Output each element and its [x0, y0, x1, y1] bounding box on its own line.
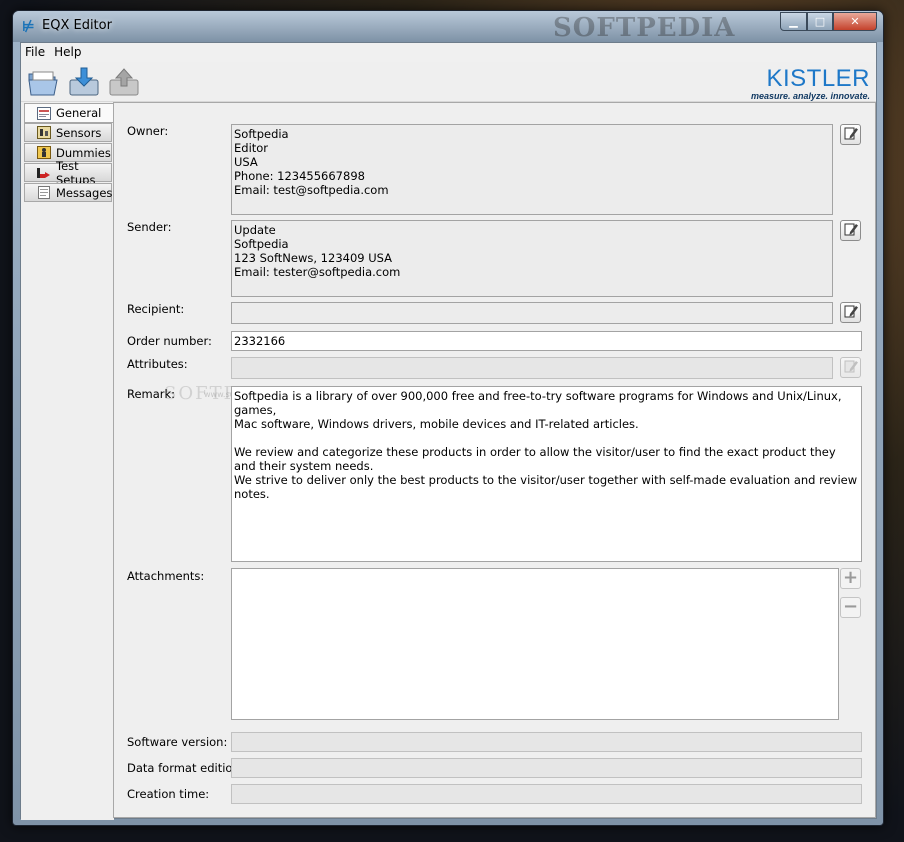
- menu-bar: File Help: [21, 43, 876, 62]
- sender-field[interactable]: Update Softpedia 123 SoftNews, 123409 US…: [231, 220, 833, 297]
- open-folder-icon[interactable]: [27, 66, 61, 98]
- sidebar-tabs: General Sensors Dummies Test Setups Mess…: [21, 103, 115, 820]
- client-area: File Help KISTLER measure. analyze. inno…: [20, 42, 877, 820]
- edit-icon: [844, 304, 858, 321]
- order-number-label: Order number:: [127, 334, 212, 348]
- tab-label: Messages: [56, 185, 113, 200]
- app-window: ⊭ EQX Editor SOFTPEDIA ▁ □ ✕ File Help K…: [12, 10, 884, 826]
- tab-test-setups[interactable]: Test Setups: [24, 159, 112, 187]
- messages-icon: [37, 186, 51, 199]
- edit-icon: [844, 126, 858, 143]
- recipient-field[interactable]: [231, 302, 833, 324]
- maximize-button[interactable]: □: [807, 12, 833, 31]
- logo-tagline: measure. analyze. innovate.: [750, 91, 870, 101]
- menu-help[interactable]: Help: [50, 43, 86, 62]
- creation-time-field: [231, 784, 862, 804]
- remark-textarea[interactable]: Softpedia is a library of over 900,000 f…: [231, 386, 862, 562]
- data-format-label: Data format edition:: [127, 761, 244, 775]
- tab-label: Dummies: [56, 145, 111, 160]
- title-bar[interactable]: ⊭ EQX Editor SOFTPEDIA ▁ □ ✕: [13, 11, 883, 43]
- creation-time-label: Creation time:: [127, 787, 210, 801]
- edit-attributes-button: [840, 357, 861, 378]
- edit-icon: [844, 359, 858, 376]
- remove-attachment-button[interactable]: −: [840, 597, 861, 618]
- menu-file[interactable]: File: [21, 43, 50, 62]
- attributes-field: [231, 357, 833, 379]
- tab-messages[interactable]: Messages: [24, 183, 112, 202]
- edit-icon: [844, 222, 858, 239]
- attachments-label: Attachments:: [127, 569, 205, 583]
- dummies-icon: [37, 146, 51, 159]
- recipient-label: Recipient:: [127, 302, 185, 316]
- tab-general[interactable]: General: [24, 103, 115, 123]
- edit-owner-button[interactable]: [840, 124, 861, 145]
- upload-icon[interactable]: [107, 66, 141, 98]
- general-panel: Owner: Softpedia Editor USA Phone: 12345…: [113, 102, 876, 818]
- owner-label: Owner:: [127, 124, 169, 138]
- data-format-field: [231, 758, 862, 778]
- add-attachment-button[interactable]: +: [840, 568, 861, 589]
- window-title: EQX Editor: [42, 18, 112, 33]
- test-setups-icon: [37, 166, 51, 179]
- toolbar: KISTLER measure. analyze. innovate.: [21, 62, 876, 102]
- close-button[interactable]: ✕: [833, 12, 877, 31]
- software-version-label: Software version:: [127, 735, 228, 749]
- attachments-list[interactable]: [231, 568, 839, 720]
- order-number-input[interactable]: 2332166: [231, 331, 862, 351]
- tab-label: Sensors: [56, 125, 102, 140]
- softpedia-watermark: SOFTPEDIA: [553, 13, 736, 43]
- tab-sensors[interactable]: Sensors: [24, 123, 112, 142]
- edit-recipient-button[interactable]: [840, 302, 861, 323]
- general-icon: [37, 106, 51, 120]
- owner-field[interactable]: Softpedia Editor USA Phone: 123455667898…: [231, 124, 833, 215]
- save-download-icon[interactable]: [67, 66, 101, 98]
- software-version-field: [231, 732, 862, 752]
- kistler-logo: KISTLER measure. analyze. innovate.: [750, 65, 870, 102]
- edit-sender-button[interactable]: [840, 220, 861, 241]
- sender-label: Sender:: [127, 220, 172, 234]
- minimize-button[interactable]: ▁: [780, 12, 807, 31]
- sensors-icon: [37, 126, 51, 139]
- tab-label: General: [56, 106, 102, 120]
- logo-name: KISTLER: [766, 65, 870, 92]
- caption-buttons: ▁ □ ✕: [780, 12, 877, 31]
- remark-label: Remark:: [127, 387, 176, 401]
- attributes-label: Attributes:: [127, 357, 188, 371]
- eqx-app-icon: ⊭: [22, 19, 35, 35]
